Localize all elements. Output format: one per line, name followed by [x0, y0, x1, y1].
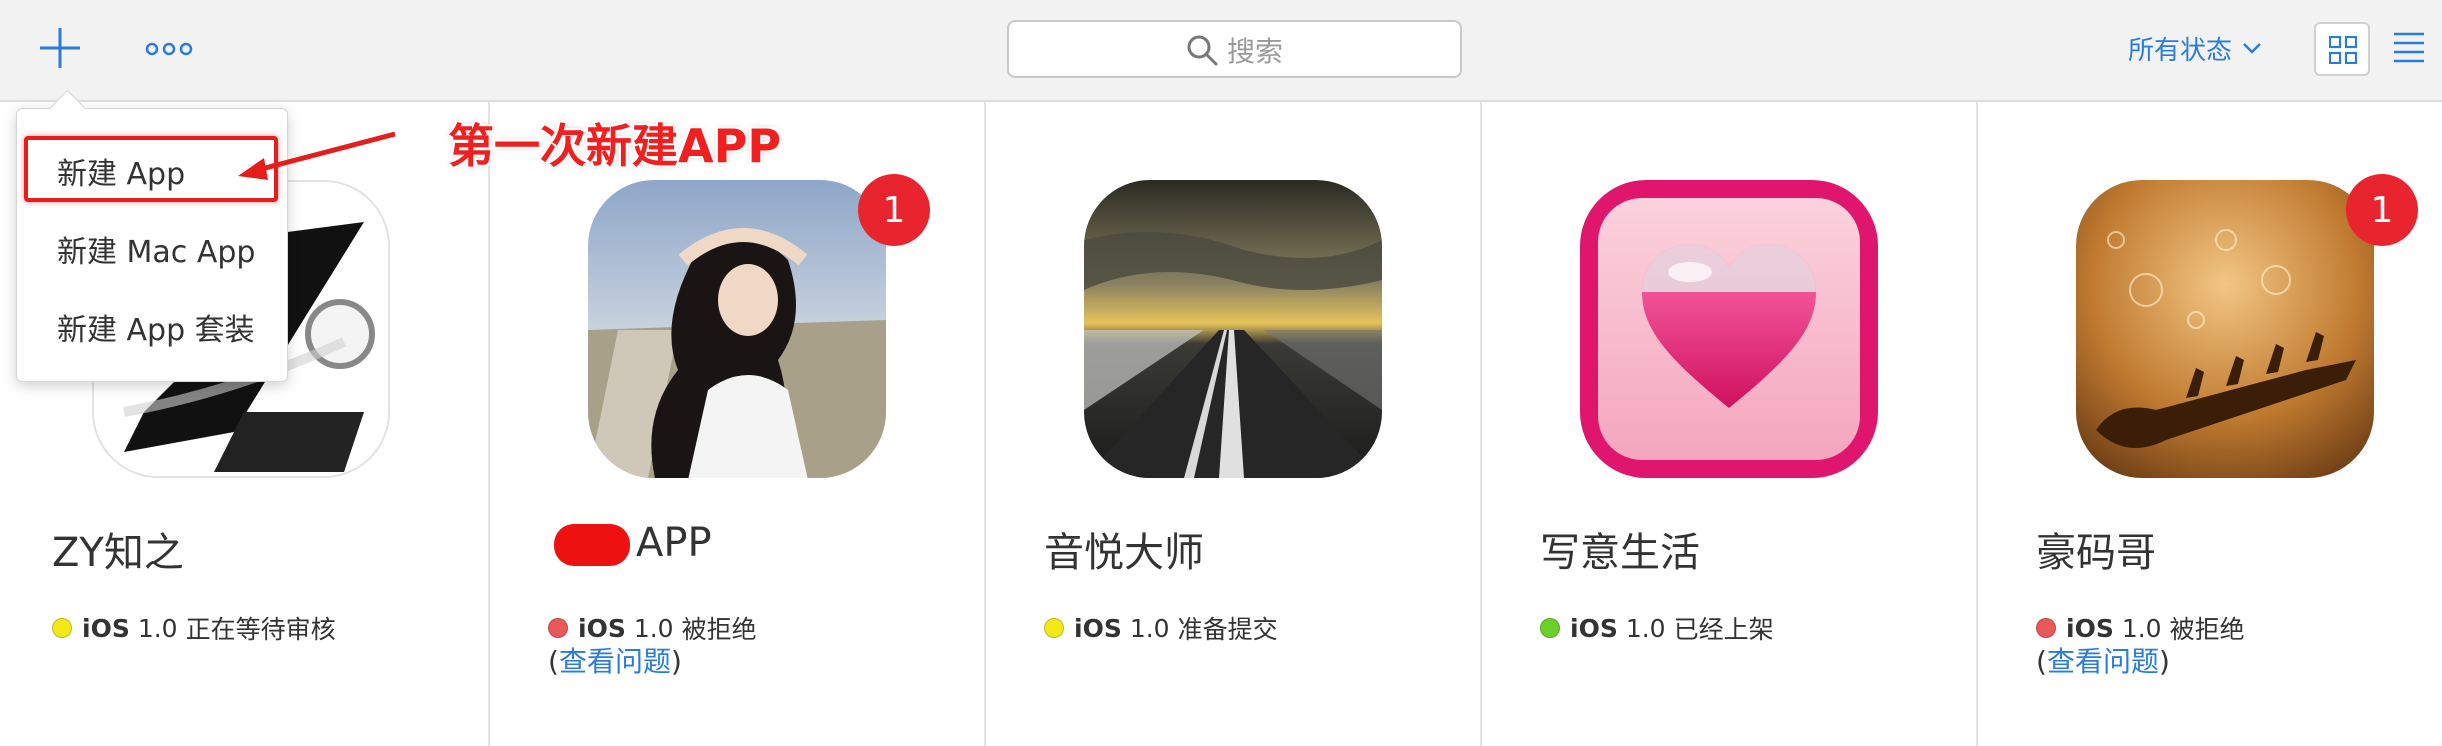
- app-icon[interactable]: [1580, 180, 1878, 478]
- app-icon[interactable]: [588, 180, 886, 478]
- status-dot: [2036, 618, 2056, 638]
- search-icon: [1187, 35, 1218, 66]
- search-placeholder: 搜索: [1227, 35, 1284, 68]
- toolbar: 搜索 所有状态: [0, 0, 2442, 102]
- app-name[interactable]: 写意生活: [1540, 520, 1700, 578]
- list-view-icon[interactable]: [2392, 28, 2426, 68]
- status-text: 被拒绝: [681, 615, 757, 644]
- chevron-down-icon: [2243, 43, 2261, 54]
- ellipsis-icon[interactable]: [144, 34, 194, 64]
- platform-label: iOS: [2066, 613, 2114, 643]
- app-status: iOS 1.0 正在等待审核: [52, 610, 336, 646]
- app-name-text: APP: [636, 520, 712, 566]
- paren-close: ): [670, 645, 682, 678]
- status-text: 被拒绝: [2169, 615, 2245, 644]
- menu-item-new-app-bundle[interactable]: 新建 App 套装: [57, 305, 255, 349]
- app-name[interactable]: 豪码哥: [2036, 520, 2156, 578]
- app-name[interactable]: ZY知之: [52, 520, 184, 578]
- status-text: 已经上架: [1673, 615, 1774, 644]
- app-icon[interactable]: [1084, 180, 1382, 478]
- status-text: 正在等待审核: [185, 615, 336, 644]
- version-label: 1.0: [1129, 613, 1170, 643]
- notification-badge: 1: [2346, 174, 2418, 246]
- paren-open: (: [548, 645, 559, 678]
- view-issue-link[interactable]: 查看问题: [2047, 645, 2159, 678]
- app-card[interactable]: 1 APP iOS 1.0 被拒绝 (查看问题): [496, 102, 992, 746]
- version-label: 1.0: [633, 613, 674, 643]
- grid-view-button[interactable]: [2314, 22, 2370, 76]
- annotation-label: 第一次新建APP: [448, 119, 782, 173]
- grid-view-icon: [2329, 36, 2357, 64]
- search-input[interactable]: 搜索: [1007, 20, 1462, 78]
- app-card[interactable]: 写意生活 iOS 1.0 已经上架: [1488, 102, 1984, 746]
- platform-label: iOS: [1570, 613, 1618, 643]
- platform-label: iOS: [1074, 613, 1122, 643]
- status-dot: [52, 618, 72, 638]
- status-dot: [1044, 618, 1064, 638]
- platform-label: iOS: [578, 613, 626, 643]
- annotation-arrow-icon: [238, 131, 396, 180]
- version-label: 1.0: [2121, 613, 2162, 643]
- status-filter-dropdown[interactable]: 所有状态: [2128, 28, 2262, 68]
- app-icon[interactable]: [2076, 180, 2374, 478]
- plus-icon[interactable]: [38, 26, 82, 70]
- view-issue-link[interactable]: 查看问题: [559, 645, 671, 678]
- status-text: 准备提交: [1177, 615, 1278, 644]
- app-card[interactable]: 音悦大师 iOS 1.0 准备提交: [992, 102, 1488, 746]
- menu-item-new-mac-app[interactable]: 新建 Mac App: [57, 227, 255, 271]
- status-filter-label: 所有状态: [2128, 35, 2233, 66]
- paren-close: ): [2158, 645, 2170, 678]
- app-card[interactable]: 1 豪码哥 iOS 1.0 被拒绝 (查看问题): [1984, 102, 2442, 746]
- redaction-mark: [554, 524, 630, 566]
- issue-link-row: (查看问题): [2036, 640, 2170, 680]
- platform-label: iOS: [82, 613, 130, 643]
- version-label: 1.0: [137, 613, 178, 643]
- status-dot: [548, 618, 568, 638]
- version-label: 1.0: [1625, 613, 1666, 643]
- app-name[interactable]: 音悦大师: [1044, 520, 1204, 578]
- app-status: iOS 1.0 准备提交: [1044, 610, 1278, 646]
- paren-open: (: [2036, 645, 2047, 678]
- status-dot: [1540, 618, 1560, 638]
- issue-link-row: (查看问题): [548, 640, 682, 680]
- notification-badge: 1: [858, 174, 930, 246]
- app-status: iOS 1.0 已经上架: [1540, 610, 1774, 646]
